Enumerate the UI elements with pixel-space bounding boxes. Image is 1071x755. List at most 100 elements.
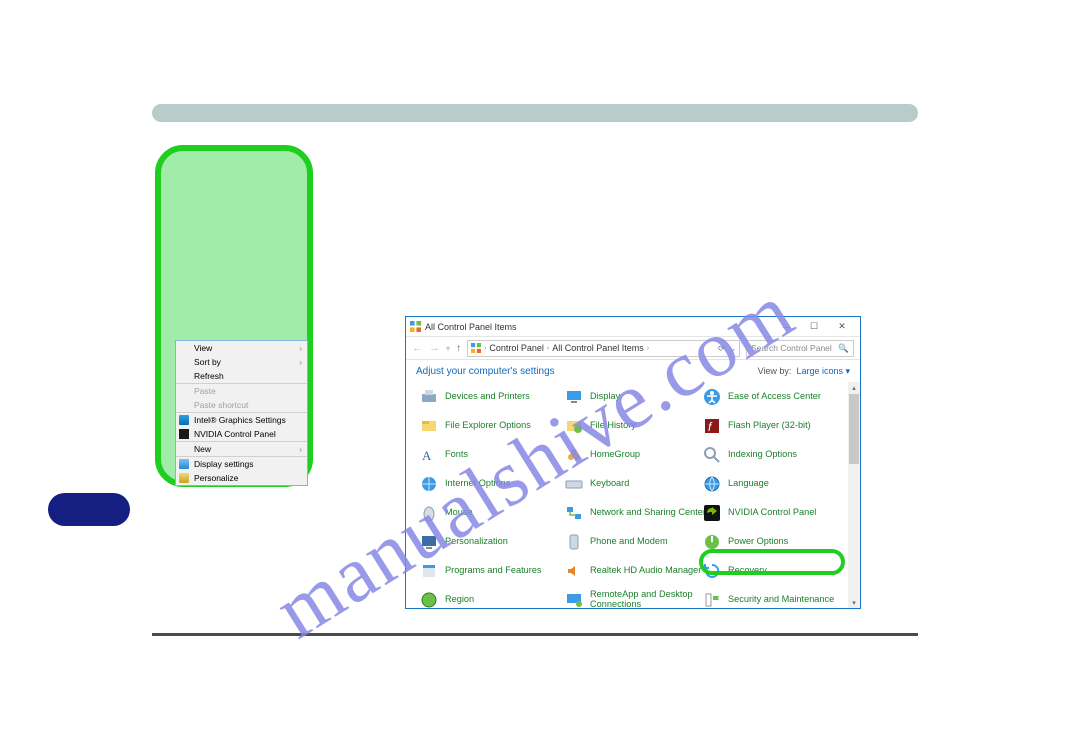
cp-item-icon [565,562,583,580]
cp-item[interactable]: Ease of Access Center [703,382,853,411]
recent-dropdown[interactable]: ▾ [446,344,450,353]
display-icon [179,459,189,469]
menu-view[interactable]: View› [176,341,307,355]
cp-item[interactable]: NVIDIA Control Panel [703,498,853,527]
cp-item[interactable]: File History [565,411,715,440]
scroll-down-icon[interactable]: ▾ [848,597,860,609]
menu-label: Paste [194,386,216,396]
cp-item-icon: A [420,446,438,464]
cp-item-label: HomeGroup [590,450,640,460]
menu-personalize[interactable]: Personalize [176,471,307,485]
cp-item-icon [565,504,583,522]
cp-item[interactable]: Mouse [420,498,570,527]
menu-nvidia-panel[interactable]: NVIDIA Control Panel [176,427,307,441]
maximize-button[interactable]: ☐ [800,318,828,336]
cp-item-icon [565,446,583,464]
menu-intel-graphics[interactable]: Intel® Graphics Settings [176,413,307,427]
cp-item[interactable]: Realtek HD Audio Manager [565,556,715,585]
scrollbar[interactable]: ▴ ▾ [848,382,860,609]
menu-new[interactable]: New› [176,442,307,456]
cp-item[interactable]: Keyboard [565,469,715,498]
cp-item-icon [703,388,721,406]
cp-item-label: Realtek HD Audio Manager [590,566,701,576]
cp-item-label: Security and Maintenance [728,595,834,605]
breadcrumb[interactable]: All Control Panel Items [552,343,644,353]
items-grid: Devices and Printers File Explorer Option… [406,382,860,609]
chevron-right-icon: › [299,358,302,367]
cp-item[interactable]: f Flash Player (32-bit) [703,411,853,440]
personalize-icon [179,473,189,483]
grid-col-2: DisplayFile History HomeGroup Keyboard Netw… [565,382,715,609]
scroll-up-icon[interactable]: ▴ [848,382,860,394]
search-icon: 🔍 [838,343,849,354]
page-subtitle: Adjust your computer's settings [416,366,555,377]
cp-item-label: Phone and Modem [590,537,668,547]
control-panel-icon [471,343,481,353]
chevron-right-icon: › [484,345,486,352]
menu-label: Display settings [194,459,254,469]
scroll-thumb[interactable] [849,394,859,464]
menu-label: Paste shortcut [194,400,248,410]
cp-item-label: Programs and Features [445,566,542,576]
chevron-right-icon: › [547,345,549,352]
search-placeholder: Search Control Panel [751,343,832,353]
menu-label: View [194,343,212,353]
cp-item-label: Recovery [728,566,767,576]
cp-item-icon [420,591,438,609]
chevron-right-icon: › [299,445,302,454]
close-button[interactable]: ✕ [828,318,856,336]
cp-item[interactable]: Phone and Modem [565,527,715,556]
forward-button[interactable]: → [429,342,440,354]
address-bar[interactable]: › Control Panel › All Control Panel Item… [467,340,740,357]
search-input[interactable]: Search Control Panel 🔍 [746,340,854,357]
svg-text:A: A [422,448,432,463]
cp-item-icon: f [703,417,721,435]
cp-item-label: Mouse [445,508,473,518]
menu-refresh[interactable]: Refresh [176,369,307,383]
cp-item[interactable]: Personalization [420,527,570,556]
cp-item[interactable]: Security and Maintenance [703,585,853,609]
cp-item[interactable]: Internet Options [420,469,570,498]
cp-item-label: Devices and Printers [445,392,530,402]
menu-label: Sort by [194,357,221,367]
cp-item[interactable]: AFonts [420,440,570,469]
cp-item[interactable]: HomeGroup [565,440,715,469]
up-button[interactable]: ↑ [456,343,461,354]
cp-item-icon [565,417,583,435]
cp-item[interactable]: Language [703,469,853,498]
cp-item-icon [703,446,721,464]
cp-item[interactable]: Indexing Options [703,440,853,469]
menu-sortby[interactable]: Sort by › [176,355,307,369]
breadcrumb[interactable]: Control Panel [489,343,544,353]
cp-item[interactable]: Display [565,382,715,411]
top-gray-bar [152,104,918,122]
cp-item[interactable]: Devices and Printers [420,382,570,411]
cp-item-icon [420,504,438,522]
cp-item-icon [703,504,721,522]
cp-item-label: Ease of Access Center [728,392,821,402]
menu-display-settings[interactable]: Display settings [176,457,307,471]
cp-item[interactable]: Recovery [703,556,853,585]
cp-item-icon [565,388,583,406]
view-by-value: Large icons [796,366,843,376]
cp-item[interactable]: File Explorer Options [420,411,570,440]
cp-item-icon [703,591,721,609]
subheader: Adjust your computer's settings View by:… [406,360,860,382]
minimize-button[interactable]: ─ [772,318,800,336]
control-panel-icon [410,321,421,332]
cp-item[interactable]: Power Options [703,527,853,556]
cp-item[interactable]: Programs and Features [420,556,570,585]
cp-item-label: Network and Sharing Center [590,508,706,518]
cp-item[interactable]: RemoteApp and Desktop Connections [565,585,715,609]
cp-item-label: Flash Player (32-bit) [728,421,811,431]
cp-item-icon [565,591,583,609]
view-by-control[interactable]: View by: Large icons ▾ [758,366,850,377]
cp-item-label: NVIDIA Control Panel [728,508,816,518]
cp-item[interactable]: Network and Sharing Center [565,498,715,527]
cp-item[interactable]: Region [420,585,570,609]
cp-item-label: Personalization [445,537,508,547]
chevron-right-icon: › [647,345,649,352]
refresh-dropdown[interactable]: ⟳ ⌄ [718,344,736,353]
back-button[interactable]: ← [412,342,423,354]
menu-label: Intel® Graphics Settings [194,415,286,425]
